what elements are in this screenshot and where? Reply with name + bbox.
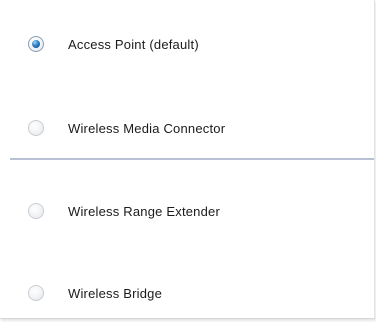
section-divider: [10, 158, 374, 160]
option-wireless-bridge[interactable]: Wireless Bridge: [0, 271, 374, 315]
radio-wireless-media-connector[interactable]: [28, 120, 44, 136]
radio-selected-dot-icon: [32, 40, 40, 48]
option-access-point[interactable]: Access Point (default): [0, 22, 374, 66]
radio-access-point[interactable]: [28, 36, 44, 52]
radio-wireless-bridge[interactable]: [28, 285, 44, 301]
option-label-wireless-range-extender: Wireless Range Extender: [68, 203, 220, 219]
option-label-wireless-media-connector: Wireless Media Connector: [68, 120, 226, 136]
option-wireless-range-extender[interactable]: Wireless Range Extender: [0, 189, 374, 233]
option-wireless-media-connector[interactable]: Wireless Media Connector: [0, 106, 374, 150]
radio-wireless-range-extender[interactable]: [28, 203, 44, 219]
mode-selection-panel: Access Point (default) Wireless Media Co…: [0, 0, 375, 319]
option-label-access-point: Access Point (default): [68, 36, 199, 52]
option-label-wireless-bridge: Wireless Bridge: [68, 285, 163, 301]
